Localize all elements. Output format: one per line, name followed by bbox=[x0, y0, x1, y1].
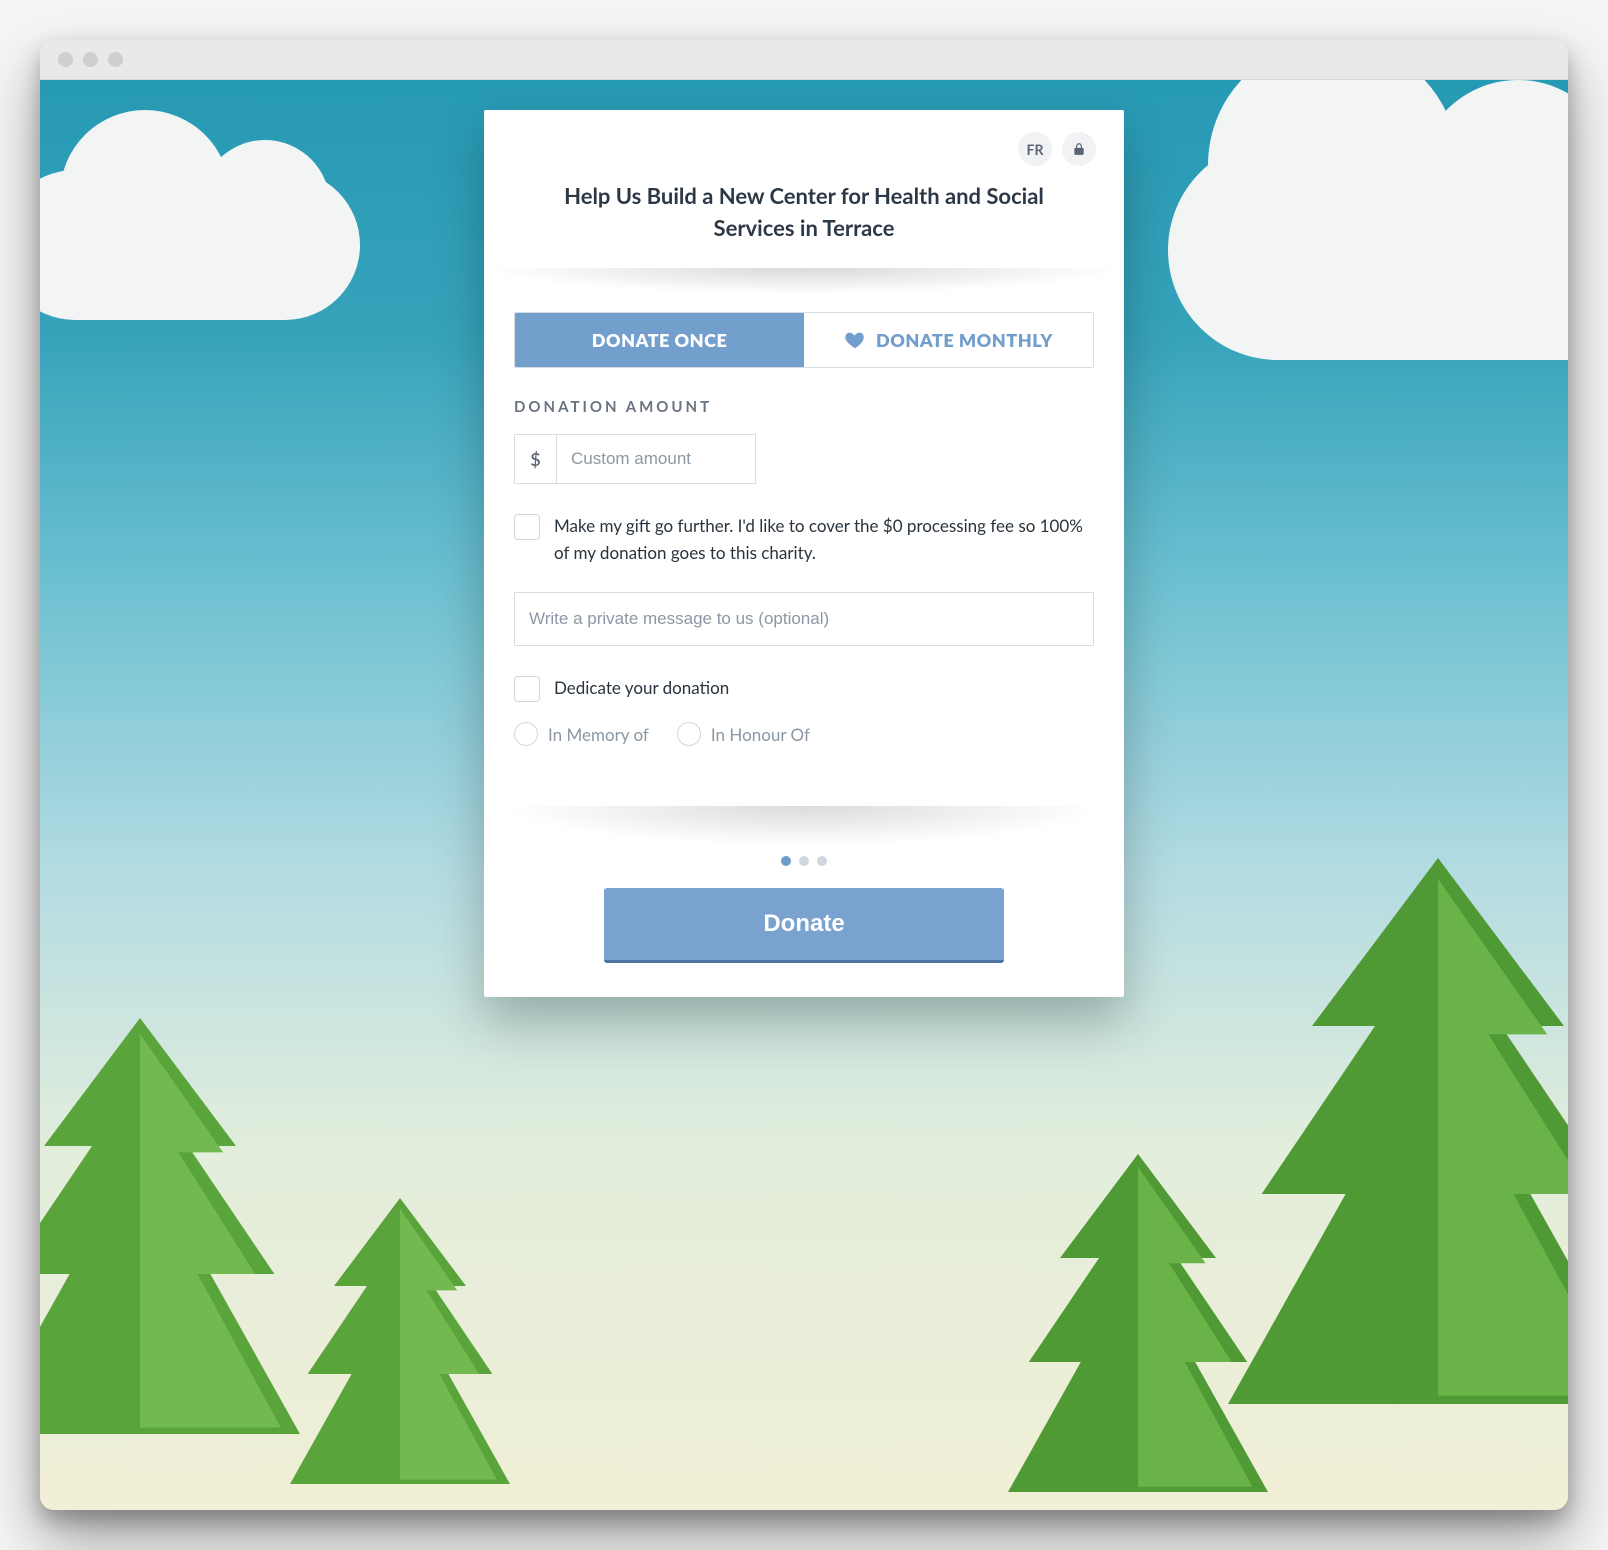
tree-icon bbox=[1008, 1154, 1268, 1510]
window-dot-icon bbox=[108, 52, 123, 67]
tab-donate-once[interactable]: DONATE ONCE bbox=[515, 313, 804, 367]
radio-icon bbox=[514, 722, 538, 746]
window-dot-icon bbox=[58, 52, 73, 67]
radio-label: In Honour Of bbox=[711, 724, 810, 745]
language-toggle[interactable]: FR bbox=[1018, 132, 1052, 166]
radio-label: In Memory of bbox=[548, 724, 649, 745]
cloud-icon bbox=[40, 170, 360, 320]
window-dot-icon bbox=[83, 52, 98, 67]
private-message-input[interactable] bbox=[514, 592, 1094, 646]
donation-card: FR Help Us Build a New Center for Health… bbox=[484, 110, 1124, 997]
heart-icon bbox=[844, 329, 866, 351]
card-header: FR Help Us Build a New Center for Health… bbox=[484, 110, 1124, 270]
pager-dot[interactable] bbox=[817, 856, 827, 866]
currency-symbol: $ bbox=[514, 434, 556, 484]
tab-donate-monthly[interactable]: DONATE MONTHLY bbox=[804, 313, 1093, 367]
campaign-title: Help Us Build a New Center for Health an… bbox=[512, 180, 1096, 244]
tab-label: DONATE ONCE bbox=[592, 329, 728, 351]
tree-icon bbox=[1228, 858, 1568, 1510]
window-title-bar bbox=[40, 40, 1568, 80]
amount-input-group: $ bbox=[514, 434, 1094, 484]
cloud-icon bbox=[1168, 140, 1568, 360]
browser-frame: FR Help Us Build a New Center for Health… bbox=[40, 40, 1568, 1510]
dedication-option-honour[interactable]: In Honour Of bbox=[677, 722, 810, 746]
page-viewport: FR Help Us Build a New Center for Health… bbox=[40, 80, 1568, 1510]
donation-amount-label: DONATION AMOUNT bbox=[514, 398, 1094, 416]
dedicate-label: Dedicate your donation bbox=[554, 674, 729, 701]
lock-icon bbox=[1072, 142, 1086, 156]
divider-shadow bbox=[504, 806, 1104, 846]
secure-lock-button[interactable] bbox=[1062, 132, 1096, 166]
pager-dot[interactable] bbox=[781, 856, 791, 866]
tree-icon bbox=[290, 1198, 510, 1510]
dedicate-row: Dedicate your donation bbox=[514, 674, 1094, 702]
tab-label: DONATE MONTHLY bbox=[876, 329, 1053, 351]
dedication-option-memory[interactable]: In Memory of bbox=[514, 722, 649, 746]
donate-button[interactable]: Donate bbox=[604, 888, 1004, 963]
cover-fee-checkbox[interactable] bbox=[514, 514, 540, 540]
frequency-tabs: DONATE ONCE DONATE MONTHLY bbox=[514, 312, 1094, 368]
pager-dot[interactable] bbox=[799, 856, 809, 866]
divider-shadow bbox=[484, 268, 1124, 294]
radio-icon bbox=[677, 722, 701, 746]
step-pager bbox=[514, 856, 1094, 866]
card-footer: Donate bbox=[484, 856, 1124, 997]
custom-amount-input[interactable] bbox=[556, 434, 756, 484]
dedication-options: In Memory of In Honour Of bbox=[514, 722, 1094, 746]
cover-fee-row: Make my gift go further. I'd like to cov… bbox=[514, 512, 1094, 566]
dedicate-checkbox[interactable] bbox=[514, 676, 540, 702]
cover-fee-label: Make my gift go further. I'd like to cov… bbox=[554, 512, 1094, 566]
tree-icon bbox=[40, 1018, 300, 1510]
card-body: DONATE ONCE DONATE MONTHLY DONATION AMOU… bbox=[484, 294, 1124, 856]
